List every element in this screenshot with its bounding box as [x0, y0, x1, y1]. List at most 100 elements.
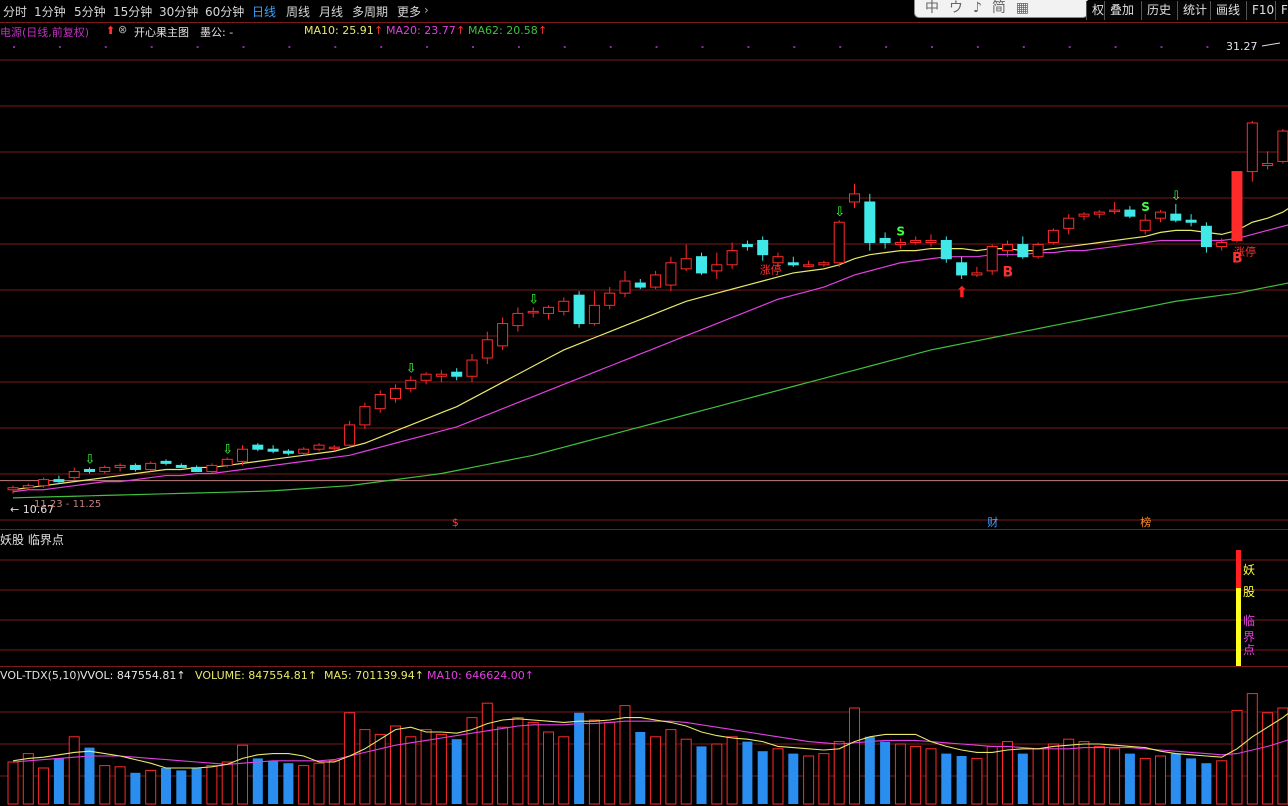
period-tab-1[interactable]: 1分钟	[34, 3, 66, 20]
event-marker[interactable]: $	[452, 516, 459, 529]
volume-bar[interactable]	[680, 738, 692, 805]
period-tab-0[interactable]: 分时	[3, 3, 27, 20]
candle[interactable]	[481, 339, 493, 359]
volume-bar[interactable]	[221, 761, 233, 805]
candle[interactable]	[160, 460, 172, 464]
volume-bar[interactable]	[650, 736, 662, 805]
settings-circle-icon[interactable]: ⊗	[118, 23, 127, 36]
volume-bar[interactable]	[405, 736, 417, 805]
volume-bar[interactable]	[1186, 758, 1197, 804]
candle[interactable]	[650, 274, 662, 288]
volume-bar[interactable]	[635, 732, 646, 804]
candle[interactable]	[1277, 130, 1288, 162]
candle[interactable]	[680, 258, 692, 270]
candle[interactable]	[374, 393, 386, 410]
candle[interactable]	[894, 242, 906, 246]
candle[interactable]	[1185, 219, 1197, 223]
candle[interactable]	[38, 479, 50, 487]
volume-bar[interactable]	[894, 743, 906, 805]
event-marker[interactable]: 财	[987, 515, 998, 529]
candle[interactable]	[435, 373, 447, 377]
volume-bar[interactable]	[849, 707, 860, 805]
volume-bar[interactable]	[99, 765, 111, 805]
period-tab-8[interactable]: 月线	[319, 3, 343, 20]
candle[interactable]	[344, 424, 356, 446]
volume-bar[interactable]	[1017, 753, 1028, 804]
volume-bar[interactable]	[1139, 757, 1151, 805]
candle[interactable]	[971, 272, 983, 276]
candle[interactable]	[191, 466, 203, 472]
volume-bar[interactable]	[1216, 760, 1228, 805]
candle[interactable]	[1246, 122, 1258, 173]
candle[interactable]	[328, 446, 340, 450]
candle[interactable]	[940, 239, 952, 260]
volume-bar[interactable]	[864, 736, 875, 804]
volume-bar[interactable]	[68, 736, 80, 805]
period-tab-7[interactable]: 周线	[286, 3, 310, 20]
volume-bar[interactable]	[558, 736, 570, 805]
candle[interactable]	[803, 264, 815, 267]
volume-bar[interactable]	[604, 721, 616, 805]
volume-bar[interactable]	[313, 762, 325, 805]
candle[interactable]	[1063, 217, 1075, 229]
volume-bar[interactable]	[359, 729, 371, 805]
candle[interactable]	[1078, 213, 1090, 217]
volume-bar[interactable]	[344, 712, 356, 805]
candle[interactable]	[772, 256, 784, 264]
candle[interactable]	[573, 294, 585, 325]
candle[interactable]	[956, 262, 968, 276]
candle[interactable]	[665, 262, 677, 286]
candle[interactable]	[53, 479, 65, 483]
volume-bar[interactable]	[512, 717, 524, 805]
candle[interactable]	[833, 221, 845, 264]
volume-bar[interactable]	[818, 753, 830, 805]
volume-bar[interactable]	[481, 702, 493, 805]
candle[interactable]	[298, 448, 310, 454]
candle[interactable]	[634, 282, 646, 288]
volume-bar[interactable]	[390, 725, 401, 805]
volume-bar[interactable]	[956, 756, 967, 804]
volume-bar[interactable]	[7, 761, 19, 805]
candle[interactable]	[1002, 244, 1013, 252]
toolbar-button-6[interactable]: F	[1275, 1, 1288, 20]
volume-bar[interactable]	[1262, 712, 1274, 805]
volume-chart[interactable]	[0, 682, 1288, 806]
volume-bar[interactable]	[925, 748, 937, 805]
candle[interactable]	[1155, 211, 1166, 219]
candle[interactable]	[1216, 242, 1228, 248]
candle[interactable]	[129, 464, 141, 470]
signal-panel[interactable]: 妖股临界点	[0, 530, 1288, 666]
event-marker[interactable]: 榜	[1140, 515, 1151, 529]
volume-bar[interactable]	[145, 769, 157, 805]
candle[interactable]	[206, 464, 218, 472]
volume-bar[interactable]	[757, 751, 768, 804]
candle[interactable]	[726, 250, 738, 266]
candle[interactable]	[1200, 225, 1212, 248]
volume-bar[interactable]	[1109, 748, 1121, 805]
candle[interactable]	[818, 262, 830, 266]
volume-bar[interactable]	[53, 758, 64, 804]
volume-bar[interactable]	[543, 731, 554, 805]
period-tab-2[interactable]: 5分钟	[74, 3, 106, 20]
volume-bar[interactable]	[803, 755, 815, 805]
volume-bar[interactable]	[1032, 748, 1044, 805]
search-box[interactable]: 中ウ♪简▦	[914, 0, 1088, 18]
candle[interactable]	[114, 464, 126, 468]
volume-bar[interactable]	[726, 736, 738, 805]
candle[interactable]	[267, 448, 279, 452]
volume-bar[interactable]	[38, 767, 50, 805]
volume-bar[interactable]	[161, 768, 171, 804]
more-arrow-icon[interactable]: ›	[424, 3, 429, 17]
volume-bar[interactable]	[1201, 763, 1212, 804]
candle[interactable]	[22, 485, 34, 489]
period-tab-10[interactable]: 更多	[397, 3, 421, 20]
candle[interactable]	[252, 444, 264, 450]
candle[interactable]	[390, 387, 401, 400]
volume-bar[interactable]	[833, 741, 845, 805]
candle[interactable]	[145, 462, 157, 470]
period-tab-9[interactable]: 多周期	[352, 3, 388, 20]
period-tab-4[interactable]: 30分钟	[159, 3, 198, 20]
volume-bar[interactable]	[1093, 745, 1105, 805]
candle[interactable]	[1262, 162, 1274, 167]
volume-bar[interactable]	[941, 753, 952, 804]
